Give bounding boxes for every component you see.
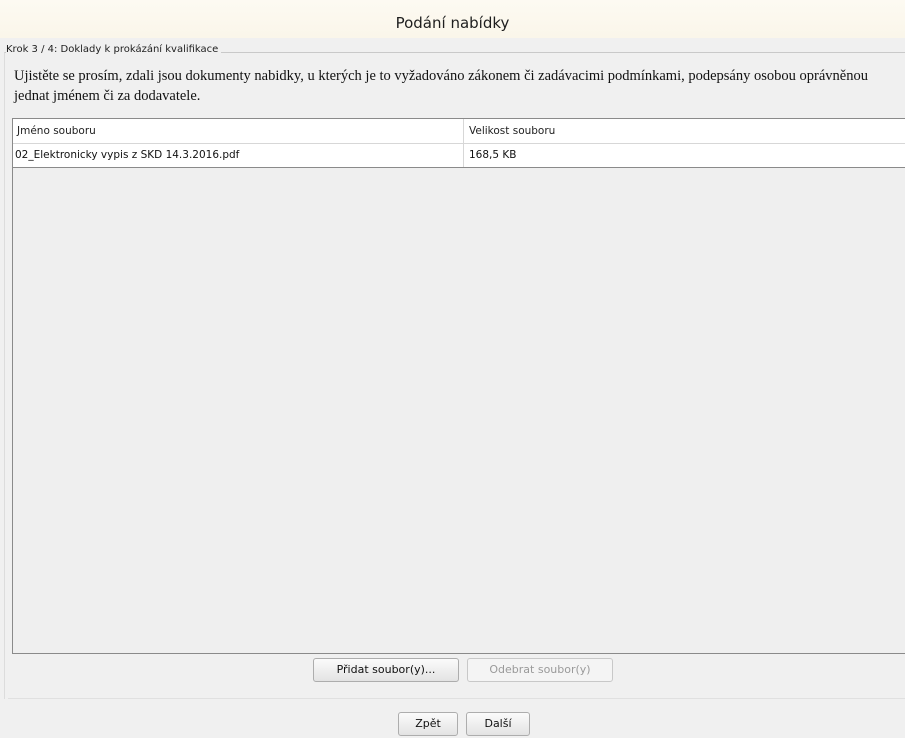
step-label: Krok 3 / 4: Doklady k prokázání kvalifik… (6, 44, 222, 55)
signature-notice: Ujistěte se prosím, zdali jsou dokumenty… (14, 68, 868, 104)
window-title: Podání nabídky (0, 0, 905, 38)
file-size-cell: 168,5 KB (469, 149, 517, 161)
next-button[interactable]: Další (466, 712, 530, 736)
table-header: Jméno souboru Velikost souboru (13, 119, 905, 144)
back-button[interactable]: Zpět (398, 712, 458, 736)
file-table[interactable]: Jméno souboru Velikost souboru 02_Elektr… (12, 118, 905, 654)
column-header-file-name[interactable]: Jméno souboru (13, 119, 464, 143)
file-actions: Přidat soubor(y)... Odebrat soubor(y) (0, 654, 905, 698)
remove-files-button[interactable]: Odebrat soubor(y) (467, 658, 613, 682)
column-header-file-size[interactable]: Velikost souboru (464, 119, 905, 143)
add-files-button[interactable]: Přidat soubor(y)... (313, 658, 459, 682)
file-name-cell: 02_Elektronicky vypis z SKD 14.3.2016.pd… (13, 144, 464, 167)
divider (8, 698, 905, 699)
table-row[interactable]: 02_Elektronicky vypis z SKD 14.3.2016.pd… (13, 144, 905, 168)
